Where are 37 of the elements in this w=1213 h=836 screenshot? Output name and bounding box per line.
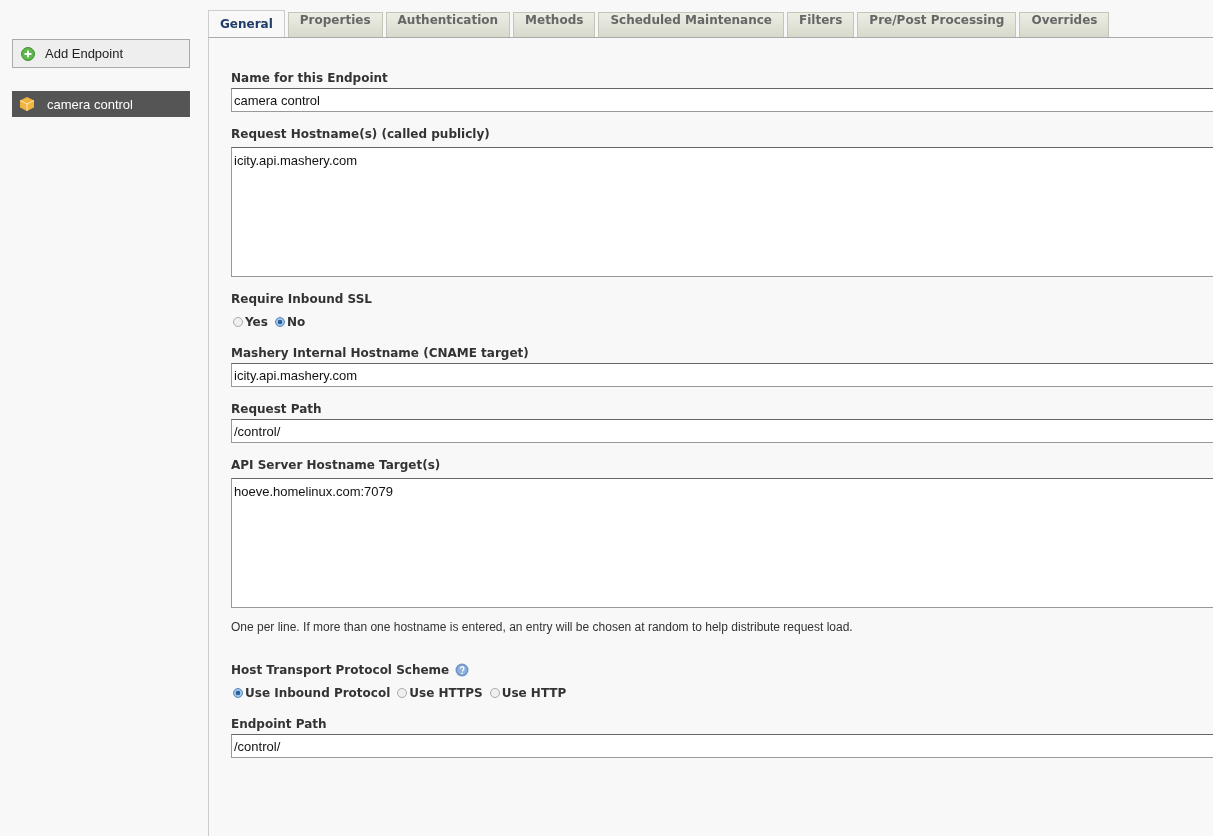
box-icon	[19, 96, 35, 112]
tab[interactable]: Scheduled Maintenance	[598, 12, 784, 37]
plus-icon	[21, 46, 35, 61]
radio-button[interactable]	[274, 317, 285, 327]
field-label: API Server Hostname Target(s)	[231, 458, 441, 472]
field-label: Name for this Endpoint	[231, 71, 388, 85]
tab[interactable]: Methods	[513, 12, 596, 37]
radio-label[interactable]: Use HTTPS	[409, 686, 483, 700]
endpoint-item[interactable]: camera control	[12, 91, 190, 117]
tab[interactable]: Pre/Post Processing	[857, 12, 1017, 37]
text-field[interactable]: /control/	[231, 419, 1213, 443]
radio-label[interactable]: Use Inbound Protocol	[245, 686, 391, 700]
radio-button[interactable]	[233, 317, 243, 327]
text-field[interactable]: /control/	[231, 734, 1213, 758]
radio-label[interactable]: Yes	[245, 315, 268, 329]
text-field[interactable]: icity.api.mashery.com	[231, 363, 1213, 387]
tab[interactable]: General	[208, 10, 285, 37]
radio-button[interactable]	[489, 688, 500, 698]
field-label: Mashery Internal Hostname (CNAME target)	[231, 346, 529, 360]
tab[interactable]: Overrides	[1019, 12, 1110, 37]
hint-text: One per line. If more than one hostname is entered, an entry will be chosen at random to help distribute request load.	[231, 620, 854, 634]
radio-label[interactable]: No	[286, 315, 306, 329]
tab[interactable]: Properties	[287, 12, 383, 37]
text-area[interactable]: icity.api.mashery.com	[231, 147, 1213, 277]
tab[interactable]: Filters	[787, 12, 855, 37]
field-label: Request Hostname(s) (called publicly)	[231, 127, 490, 141]
field-label: Endpoint Path	[231, 717, 327, 731]
field-label: Host Transport Protocol Scheme	[231, 663, 450, 677]
radio-button[interactable]	[233, 688, 243, 698]
text-area[interactable]: hoeve.homelinux.com:7079	[231, 478, 1213, 608]
add-endpoint-button[interactable]: Add Endpoint	[12, 39, 190, 68]
tab[interactable]: Authentication	[385, 12, 511, 37]
field-label: Request Path	[231, 402, 322, 416]
radio-button[interactable]	[397, 688, 408, 698]
text-field[interactable]: camera control	[231, 88, 1213, 112]
field-label: Require Inbound SSL	[231, 292, 372, 306]
radio-label[interactable]: Use HTTP	[501, 686, 567, 700]
